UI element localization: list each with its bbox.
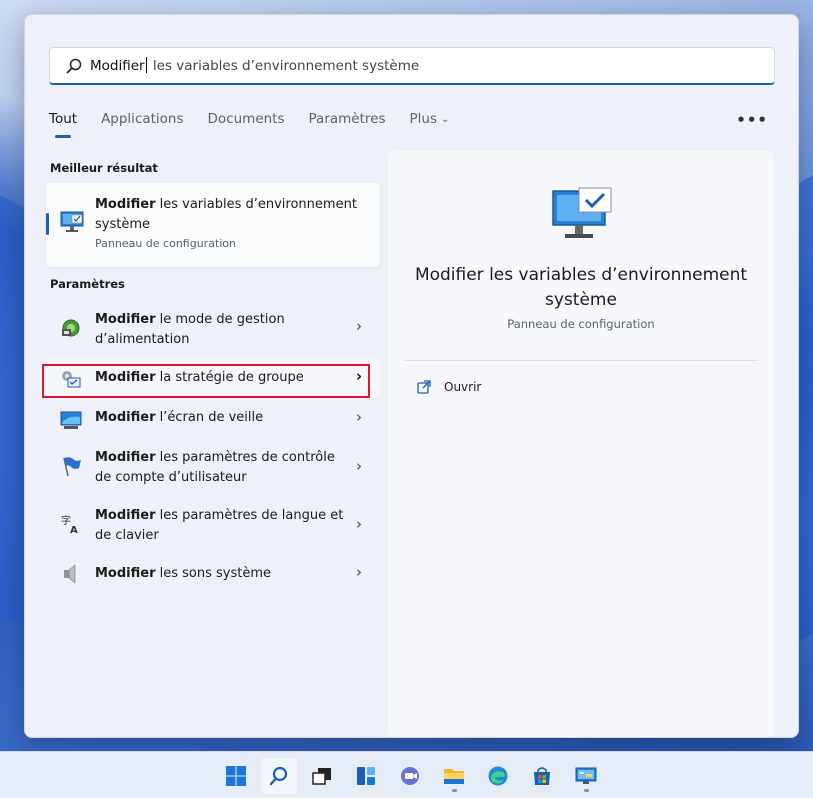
tab-label: Applications xyxy=(101,111,184,127)
more-options-button[interactable]: ••• xyxy=(736,111,768,129)
store-icon xyxy=(534,767,550,785)
running-indicator xyxy=(584,789,589,792)
selection-indicator xyxy=(46,213,49,235)
taskbar xyxy=(0,751,813,798)
filter-tabs: Tout Applications Documents Paramètres P… xyxy=(49,111,450,138)
open-action[interactable]: Ouvrir xyxy=(416,379,481,395)
best-match-card[interactable]: Modifier les variables d’environnement s… xyxy=(46,183,380,267)
edge-icon xyxy=(488,766,508,786)
result-title: Modifier les paramètres de contrôle de c… xyxy=(95,448,345,488)
open-external-icon xyxy=(417,380,431,394)
result-title: Modifier les paramètres de langue et de … xyxy=(95,506,345,546)
match-bold: Modifier xyxy=(95,566,156,581)
detail-title: Modifier les variables d’environnement s… xyxy=(414,265,748,310)
result-text: Modifier les paramètres de contrôle de c… xyxy=(95,448,345,488)
uac-flag-icon xyxy=(63,457,81,477)
best-match-title: Modifier les variables d’environnement s… xyxy=(95,195,365,235)
search-suggestion-text: les variables d’environnement système xyxy=(148,58,420,74)
chat-icon xyxy=(401,767,419,785)
speaker-icon xyxy=(64,564,76,584)
chevron-right-icon: › xyxy=(356,563,362,581)
settings-section-label: Paramètres xyxy=(50,277,125,291)
chevron-right-icon: › xyxy=(356,317,362,335)
chat-button[interactable] xyxy=(392,758,428,794)
result-text: Modifier les sons système xyxy=(95,564,345,584)
svg-text:A: A xyxy=(70,525,78,535)
search-icon xyxy=(66,58,82,73)
chevron-right-icon: › xyxy=(356,457,362,475)
store-button[interactable] xyxy=(524,758,560,794)
control-panel-icon xyxy=(575,767,597,784)
result-text: Modifier le mode de gestion d’alimentati… xyxy=(95,310,345,350)
tab-parametres[interactable]: Paramètres xyxy=(309,111,386,137)
task-view-button[interactable] xyxy=(304,758,340,794)
tab-label: Tout xyxy=(49,111,78,127)
task-view-icon xyxy=(312,768,331,785)
taskbar-search-button[interactable] xyxy=(261,758,297,794)
edge-button[interactable] xyxy=(480,758,516,794)
system-monitor-icon xyxy=(552,187,612,238)
search-input[interactable]: Modifier les variables d’environnement s… xyxy=(49,47,775,85)
match-bold: Modifier xyxy=(95,508,156,523)
tab-label: Plus xyxy=(409,111,437,127)
match-bold: Modifier xyxy=(95,410,156,425)
result-power-options[interactable]: Modifier le mode de gestion d’alimentati… xyxy=(46,305,380,351)
control-panel-button[interactable] xyxy=(568,758,604,794)
chevron-down-icon: ⌄ xyxy=(440,114,450,125)
language-icon: 字 A xyxy=(61,514,78,535)
red-highlight-annotation xyxy=(42,364,370,398)
best-match-subtitle: Panneau de configuration xyxy=(95,237,237,250)
result-screensaver[interactable]: Modifier l’écran de veille › xyxy=(46,405,380,435)
search-text: Modifier les variables d’environnement s… xyxy=(90,57,419,74)
match-bold: Modifier xyxy=(95,312,156,327)
system-monitor-icon xyxy=(60,211,84,232)
file-explorer-button[interactable] xyxy=(436,758,472,794)
detail-subtitle: Panneau de configuration xyxy=(507,317,655,331)
result-text: Modifier l’écran de veille xyxy=(95,408,345,428)
chevron-right-icon: › xyxy=(356,515,362,533)
windows-start-icon xyxy=(226,766,246,786)
widgets-button[interactable] xyxy=(348,758,384,794)
chevron-right-icon: › xyxy=(356,408,362,426)
widgets-icon xyxy=(357,767,375,785)
file-explorer-icon xyxy=(444,769,464,784)
match-rest: les sons système xyxy=(155,566,272,581)
tab-documents[interactable]: Documents xyxy=(208,111,285,137)
divider xyxy=(404,360,758,361)
running-indicator xyxy=(452,789,457,792)
detail-pane: Modifier les variables d’environnement s… xyxy=(388,151,774,737)
match-rest: l’écran de veille xyxy=(155,410,264,425)
result-title: Modifier l’écran de veille xyxy=(95,408,345,428)
tab-applications[interactable]: Applications xyxy=(101,111,183,137)
match-bold: Modifier xyxy=(95,197,156,212)
tab-tout[interactable]: Tout xyxy=(49,111,78,138)
best-match-label: Meilleur résultat xyxy=(50,161,158,175)
result-language[interactable]: 字 A Modifier les paramètres de langue et… xyxy=(46,501,380,551)
search-typed-text: Modifier xyxy=(90,58,145,74)
tab-label: Documents xyxy=(207,111,285,127)
result-system-sounds[interactable]: Modifier les sons système › xyxy=(46,559,380,589)
result-uac[interactable]: Modifier les paramètres de contrôle de c… xyxy=(46,443,380,493)
tab-plus[interactable]: Plus ⌄ xyxy=(410,111,450,137)
open-label: Ouvrir xyxy=(444,380,482,394)
text-caret xyxy=(145,57,147,73)
power-options-icon xyxy=(62,319,80,337)
result-text: Modifier les paramètres de langue et de … xyxy=(95,506,345,546)
tab-label: Paramètres xyxy=(308,111,386,127)
search-panel: Modifier les variables d’environnement s… xyxy=(24,14,799,738)
result-title: Modifier les sons système xyxy=(95,564,345,584)
screensaver-icon xyxy=(60,411,82,429)
match-bold: Modifier xyxy=(95,450,156,465)
result-title: Modifier le mode de gestion d’alimentati… xyxy=(95,310,345,350)
best-match-text: Modifier les variables d’environnement s… xyxy=(95,195,365,250)
windows-start-button[interactable] xyxy=(218,758,254,794)
search-icon xyxy=(269,766,288,786)
